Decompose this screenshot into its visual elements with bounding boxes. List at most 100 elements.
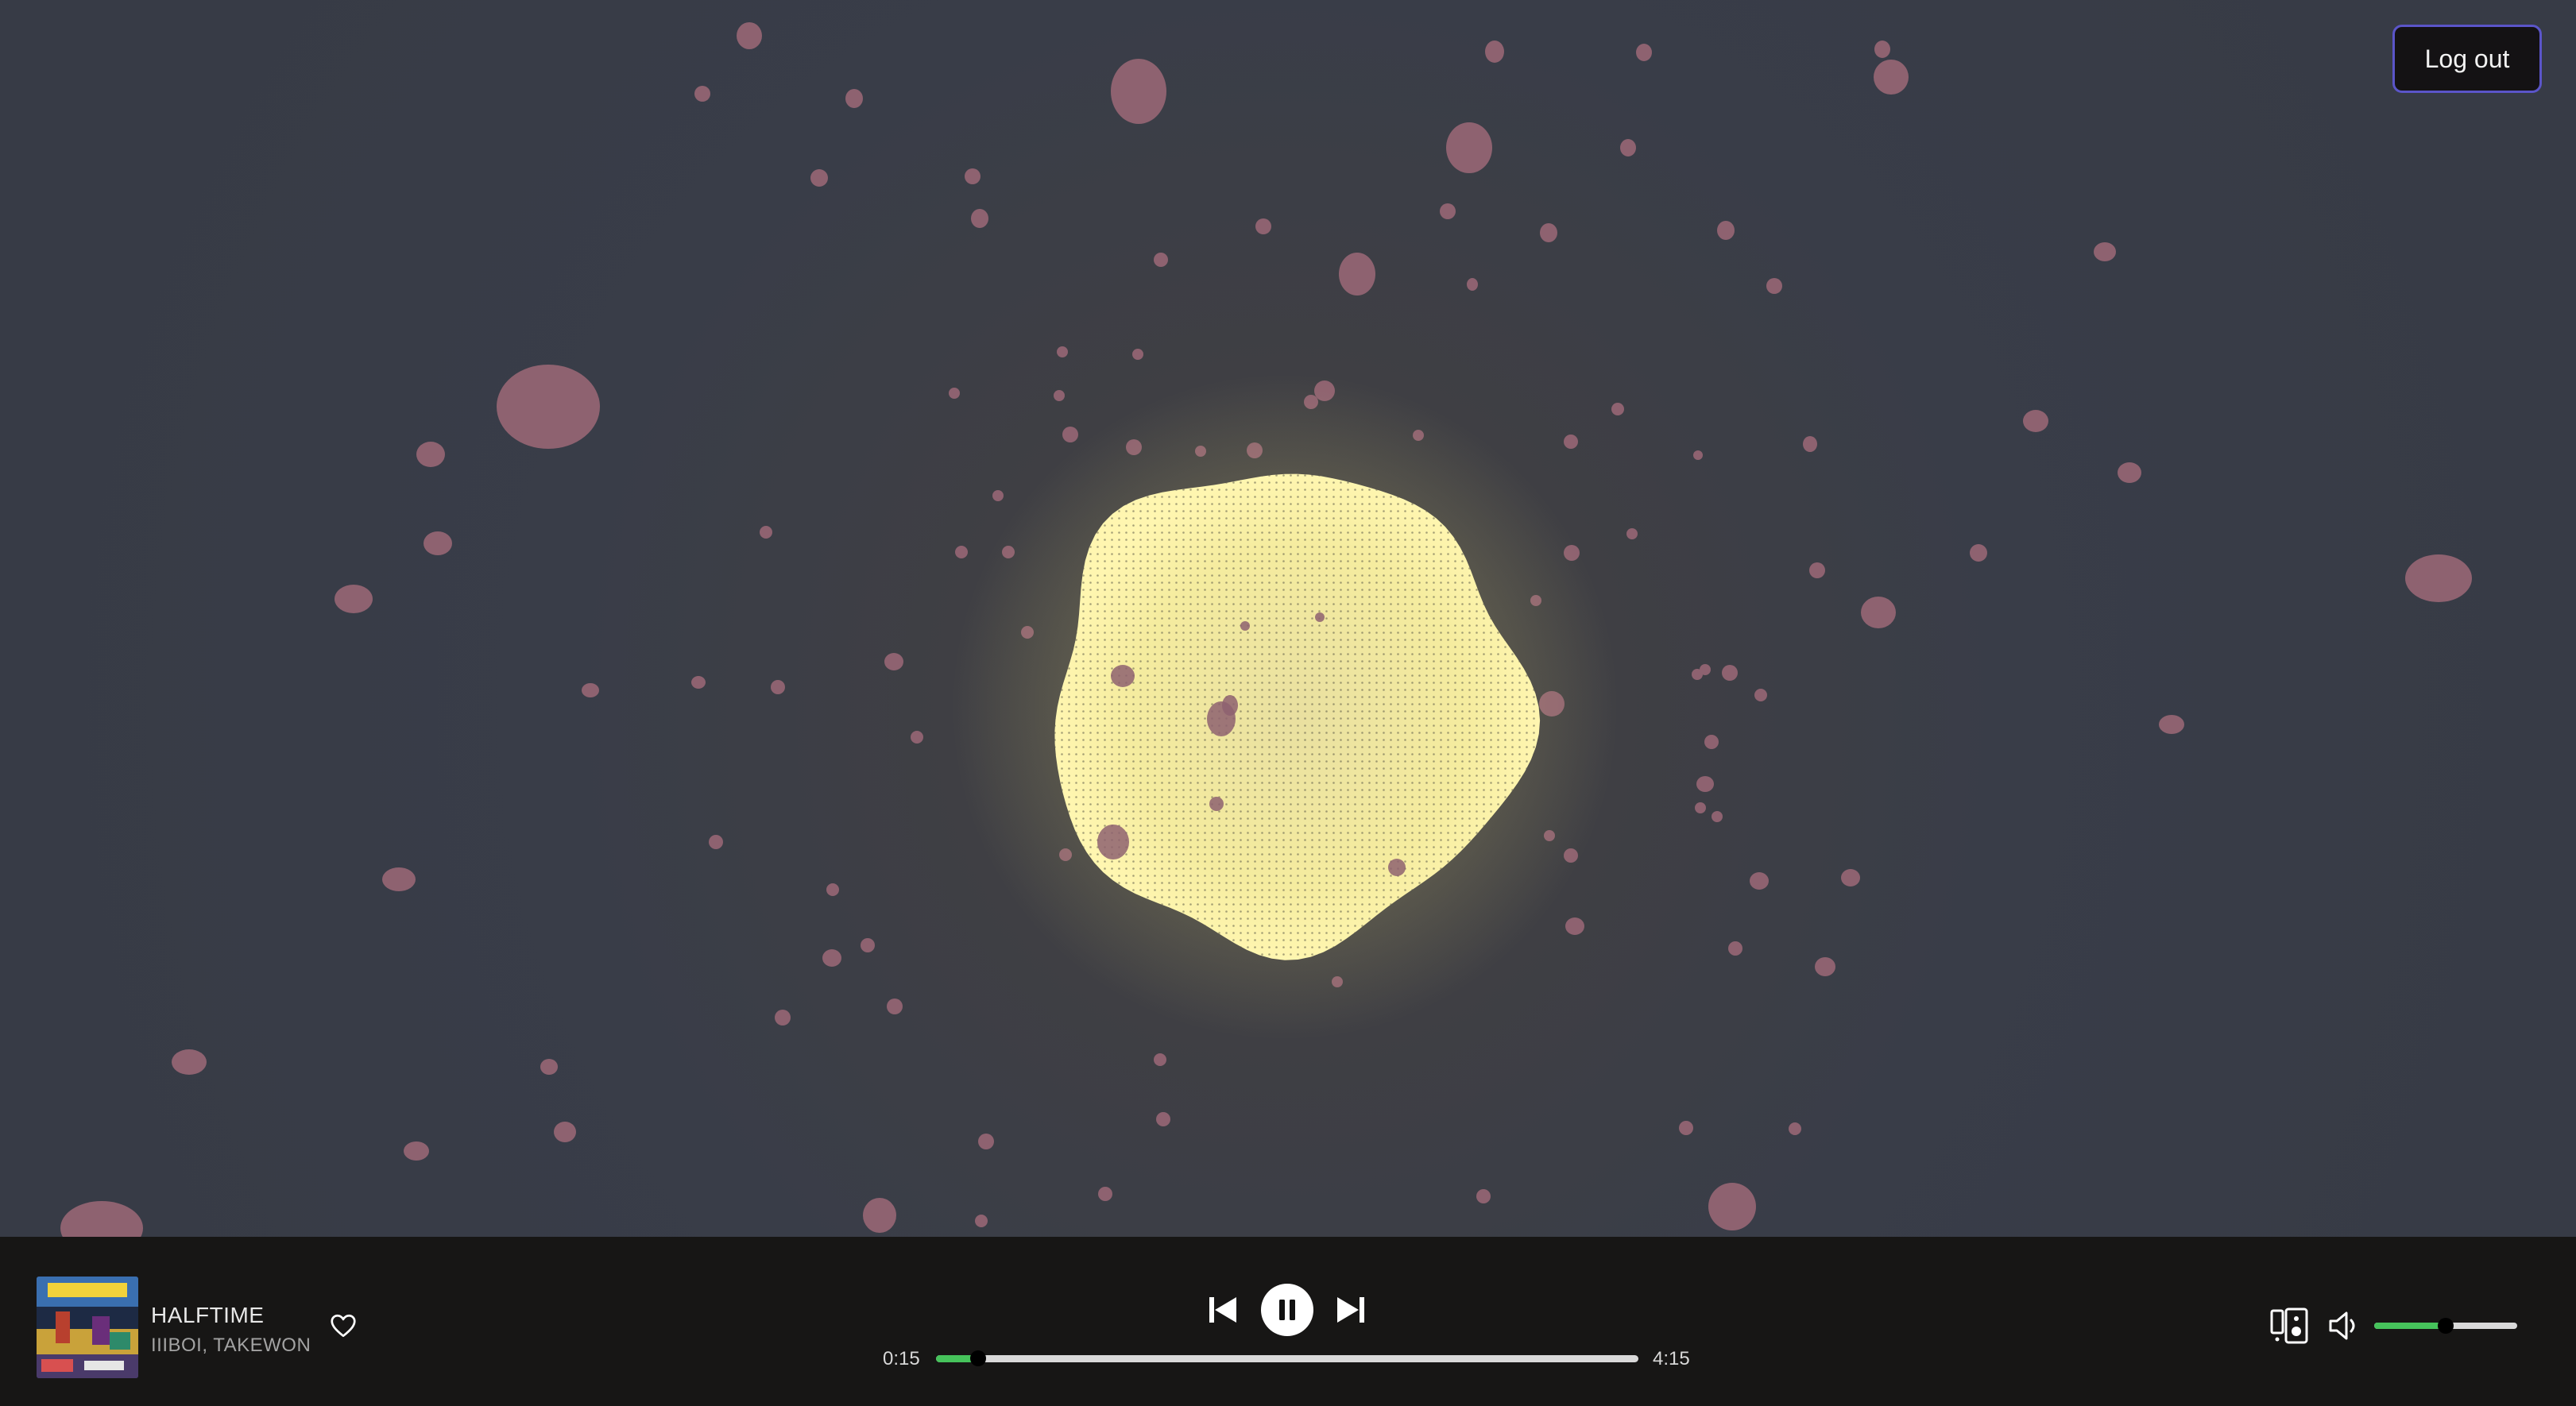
- connect-device-icon[interactable]: [2269, 1307, 2309, 1345]
- particle: [845, 89, 863, 108]
- particle: [497, 365, 600, 449]
- particle: [694, 86, 710, 102]
- progress-handle[interactable]: [970, 1350, 987, 1366]
- particle: [760, 526, 772, 539]
- particle: [775, 1010, 791, 1026]
- particle: [863, 1198, 896, 1233]
- particle: [1722, 665, 1738, 681]
- particle: [861, 938, 875, 952]
- particle: [2094, 242, 2116, 261]
- particle: [1388, 859, 1406, 876]
- particle: [1717, 221, 1735, 240]
- speaker-icon[interactable]: [2327, 1308, 2363, 1344]
- particle: [737, 22, 762, 49]
- particle: [771, 680, 785, 694]
- particle: [335, 585, 373, 613]
- particle: [382, 867, 416, 891]
- particle: [1809, 562, 1825, 578]
- particle: [965, 168, 981, 184]
- particle: [1750, 872, 1769, 890]
- particle: [1695, 802, 1706, 813]
- skip-previous-icon[interactable]: [1206, 1293, 1240, 1327]
- particle: [1476, 1189, 1491, 1203]
- particle: [582, 683, 599, 697]
- particle: [1097, 825, 1129, 859]
- particle: [691, 676, 706, 689]
- particle: [955, 546, 968, 558]
- particle: [2405, 554, 2472, 602]
- particle: [1815, 957, 1835, 976]
- particle: [1485, 41, 1504, 63]
- particle: [1540, 223, 1557, 242]
- particle: [1240, 621, 1250, 631]
- particle: [1874, 41, 1890, 58]
- play-pause-button[interactable]: [1261, 1284, 1313, 1336]
- audio-visualizer: [60, 22, 2472, 1237]
- particle: [949, 388, 960, 399]
- particle: [1626, 528, 1638, 539]
- particle: [172, 1049, 207, 1075]
- particle: [1679, 1121, 1693, 1135]
- particle: [1057, 346, 1068, 357]
- particle: [1700, 664, 1711, 675]
- particle: [822, 949, 841, 967]
- particle: [1841, 869, 1860, 886]
- particle: [978, 1134, 994, 1149]
- pause-icon: [1279, 1300, 1295, 1320]
- particle: [1111, 665, 1135, 687]
- particle: [1754, 689, 1767, 701]
- particle: [554, 1122, 576, 1142]
- particle: [1446, 122, 1492, 173]
- track-duration: 4:15: [1653, 1348, 1690, 1369]
- particle: [1620, 139, 1636, 156]
- particle: [1728, 941, 1742, 956]
- particle: [1154, 1053, 1166, 1066]
- particle: [1222, 695, 1238, 716]
- particle: [1209, 797, 1224, 811]
- particle: [1789, 1122, 1801, 1135]
- logout-button[interactable]: Log out: [2392, 25, 2542, 93]
- particle: [1874, 60, 1909, 95]
- particle: [709, 835, 723, 849]
- particle: [1704, 735, 1719, 749]
- particle: [416, 442, 445, 467]
- particle: [60, 1201, 143, 1237]
- volume-slider[interactable]: [2374, 1318, 2517, 1334]
- progress-bar[interactable]: [936, 1350, 1638, 1366]
- particle: [1803, 436, 1817, 452]
- particle: [884, 653, 903, 670]
- particle: [971, 209, 988, 228]
- volume-fill: [2374, 1323, 2446, 1329]
- particle: [1564, 435, 1578, 449]
- particle: [1712, 811, 1723, 822]
- track-artists[interactable]: IIIBOI, TAKEWON: [151, 1335, 311, 1357]
- particle: [911, 731, 923, 744]
- particle: [887, 998, 903, 1014]
- particle: [826, 883, 839, 896]
- particle: [1467, 278, 1478, 291]
- album-art: [37, 1277, 138, 1378]
- particle: [1054, 390, 1065, 401]
- particle: [1154, 253, 1168, 267]
- particle: [424, 531, 452, 555]
- particle: [1062, 427, 1078, 442]
- particle: [2159, 715, 2184, 734]
- particle: [1339, 253, 1375, 295]
- particle: [1708, 1183, 1756, 1230]
- heart-icon[interactable]: [329, 1311, 358, 1340]
- particle: [1132, 349, 1143, 360]
- particle: [1611, 403, 1624, 415]
- particle: [1766, 278, 1782, 294]
- track-title[interactable]: HALFTIME: [151, 1303, 264, 1328]
- particle: [1255, 218, 1271, 234]
- particle: [2023, 410, 2048, 432]
- particle: [1315, 612, 1325, 622]
- particle: [1636, 44, 1652, 61]
- particle: [1440, 203, 1456, 219]
- particle: [1565, 917, 1584, 935]
- volume-handle[interactable]: [2438, 1318, 2454, 1334]
- particle: [1696, 776, 1714, 792]
- skip-next-icon[interactable]: [1334, 1293, 1367, 1327]
- visualizer-stage: Log out: [0, 0, 2576, 1237]
- particle: [1098, 1187, 1112, 1201]
